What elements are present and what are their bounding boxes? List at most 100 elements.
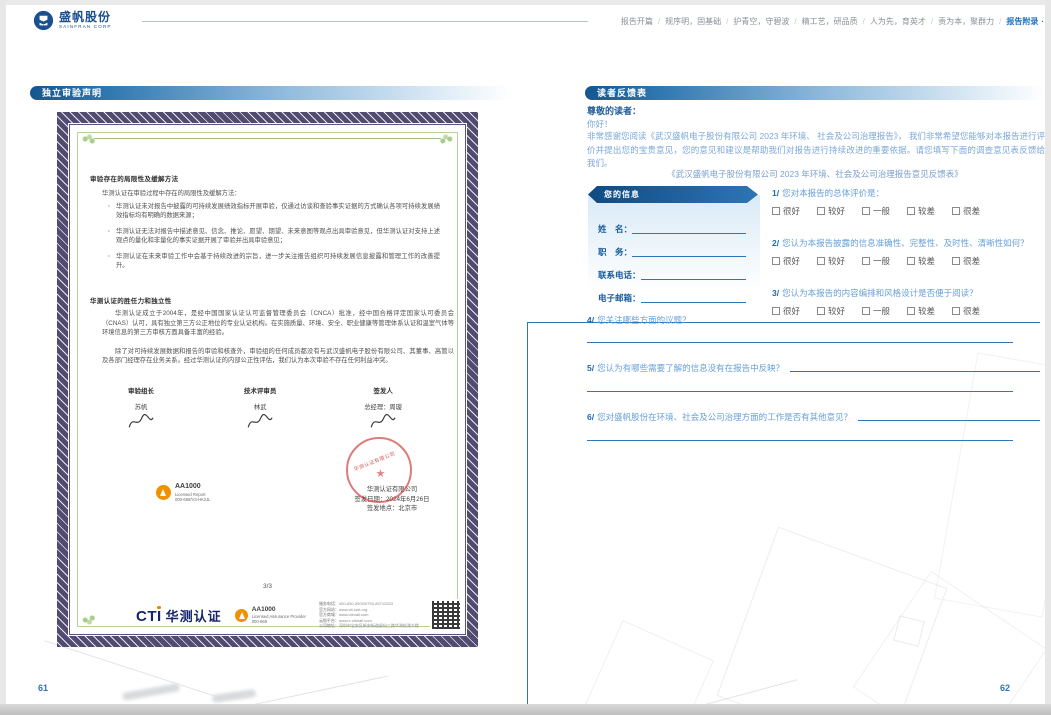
- brand-subtitle: SAINFRAN CORP: [59, 25, 112, 30]
- assurance-certificate: 审验存在的局限性及缓解方法 华测认证在审验过程中存在的局限性及缓解方法： 华测认…: [57, 112, 478, 647]
- checkbox[interactable]: [952, 207, 960, 215]
- info-panel-title: 您的信息: [604, 190, 640, 199]
- background-watermark: [853, 571, 1047, 715]
- rating-option-label: 较好: [828, 255, 845, 267]
- question-5-inline-line[interactable]: [790, 371, 1040, 372]
- field-input-line[interactable]: [632, 256, 746, 257]
- handwritten-signature: [125, 412, 156, 430]
- field-label: 联系电话：: [598, 269, 641, 281]
- background-watermark: [212, 689, 257, 703]
- rating-option-label: 很差: [963, 255, 980, 267]
- rating-option[interactable]: 很好: [772, 255, 800, 267]
- greeting: 你好！: [587, 118, 613, 130]
- question-6-inline-line[interactable]: [858, 420, 1040, 421]
- rating-option-label: 一般: [873, 255, 890, 267]
- field-input-line[interactable]: [641, 302, 746, 303]
- checkbox[interactable]: [772, 257, 780, 265]
- rating-option-label: 一般: [873, 205, 890, 217]
- cti-name: 华测认证: [166, 606, 222, 625]
- signature-row: 审验组长 苏帆 技术评审员 林武 签发人 总经理：周璇: [126, 385, 402, 434]
- handwritten-signature: [368, 412, 399, 430]
- checkbox[interactable]: [952, 257, 960, 265]
- contact-block: 服务电话：400-830-5000/0755-83712533 官方网站：www…: [319, 601, 419, 629]
- question-4-answer-line[interactable]: [587, 342, 1013, 343]
- info-field: 联系电话：: [598, 258, 746, 281]
- left-section-title: 独立审验声明: [42, 88, 102, 98]
- cti-mark: CTI: [136, 608, 162, 625]
- brand-logo: 盛帆股份 SAINFRAN CORP: [33, 10, 112, 31]
- background-watermark: [251, 675, 388, 705]
- info-panel-header: 您的信息: [588, 186, 758, 203]
- background-watermark: [893, 615, 925, 647]
- brand-name: 盛帆股份: [59, 11, 112, 23]
- question-6-answer-line[interactable]: [587, 440, 1013, 441]
- page-edge: [0, 704, 1051, 715]
- rating-option[interactable]: 较差: [907, 205, 935, 217]
- background-watermark: [934, 352, 1051, 617]
- qr-code: [432, 601, 460, 629]
- rating-option[interactable]: 很差: [952, 255, 980, 267]
- checkbox[interactable]: [907, 207, 915, 215]
- sheet-number: 3/3: [68, 583, 467, 590]
- rating-option-label: 很差: [963, 205, 980, 217]
- header-divider: [142, 21, 588, 22]
- field-input-line[interactable]: [632, 233, 746, 234]
- feedback-intro: 非常感谢您阅读《武汉盛帆电子股份有限公司 2023 年环境、 社会及公司治理报告…: [587, 130, 1045, 171]
- nav-item[interactable]: 护青空，守碧波: [733, 17, 801, 26]
- nav-item[interactable]: 责为本，聚群力: [938, 17, 1006, 26]
- signatory-name: 苏帆: [126, 402, 156, 411]
- limitation-item: 华测认证无法对报告中描述意见、信念、推论、愿望、期望、未来意图等观点出具审验意见…: [108, 227, 440, 245]
- question-2-options: 很好 较好 一般 较差 很差: [772, 255, 1044, 267]
- handwritten-signature: [245, 412, 276, 430]
- nav-item[interactable]: 规序明，固基础: [665, 17, 733, 26]
- question-6: 6/您对盛帆股份在环境、社会及公司治理方面的工作是否有其他意见？: [587, 411, 1040, 423]
- checkbox[interactable]: [817, 207, 825, 215]
- info-field: 电子邮箱：: [598, 281, 746, 304]
- nav-item-active[interactable]: 报告附录: [1006, 16, 1038, 27]
- rating-option[interactable]: 一般: [862, 255, 890, 267]
- field-input-line[interactable]: [641, 279, 746, 280]
- aa1000-icon: [235, 609, 248, 622]
- info-fields: 姓 名： 职 务： 联系电话： 电子邮箱：: [598, 212, 746, 304]
- provider-line2: 000-669: [252, 619, 306, 624]
- nav-suffix: ·: [1041, 17, 1044, 26]
- limitation-item: 华测认证未对报告中披露的可持续发展绩效指标开展审验，仅通过访谈和查验事实证据的方…: [108, 202, 440, 220]
- checkbox[interactable]: [907, 257, 915, 265]
- question-1-label: 1/您对本报告的总体评价是：: [772, 187, 1044, 199]
- page-number-left: 61: [38, 683, 48, 693]
- competence-paragraph: 除了对可持续发展数据和报告的审验和核查外，审验组的任何成员都没有与武汉盛帆电子股…: [102, 347, 454, 366]
- competence-paragraphs: 华测认证成立于2004年，是经中国国家认证认可监督管理委员会（CNCA）批准，经…: [102, 309, 454, 375]
- nav-item[interactable]: 人为先，育英才: [870, 17, 938, 26]
- aa1000-line2: 000-669/V3-HK2JL: [175, 497, 211, 502]
- background-watermark: [582, 620, 714, 715]
- rating-option[interactable]: 较好: [817, 205, 845, 217]
- nav-item[interactable]: 报告开篇: [621, 17, 665, 26]
- signatory-role: 签发人: [364, 385, 402, 395]
- checkbox[interactable]: [862, 257, 870, 265]
- page-edge: [0, 0, 1051, 5]
- contact-row: 公司地址：深圳市宝安区新安街道留仙三路华测检测大楼: [319, 623, 419, 629]
- certificate-footer: CTI 华测认证 AA1000 Licensed Assurance Provi…: [136, 601, 460, 629]
- rating-option[interactable]: 很好: [772, 205, 800, 217]
- provider-title: AA1000: [252, 606, 306, 614]
- aa1000-title: AA1000: [175, 483, 211, 492]
- rating-option-label: 很好: [783, 255, 800, 267]
- rating-option[interactable]: 较差: [907, 255, 935, 267]
- rating-option[interactable]: 很差: [952, 205, 980, 217]
- competence-paragraph: 华测认证成立于2004年，是经中国国家认证认可监督管理委员会（CNCA）批准，经…: [102, 309, 454, 338]
- checkbox[interactable]: [772, 207, 780, 215]
- checkbox[interactable]: [817, 257, 825, 265]
- competence-heading: 华测认证的胜任力和独立性: [90, 295, 172, 305]
- background-watermark: [122, 683, 181, 701]
- checkbox[interactable]: [862, 207, 870, 215]
- limitation-item: 华测认证在未来审验工作中会基于持续改进的宗旨，进一步关注报告组织可持续发展信息披…: [108, 252, 440, 270]
- limitations-bullets: 华测认证未对报告中披露的可持续发展绩效指标开展审验，仅通过访谈和查验事实证据的方…: [108, 202, 440, 277]
- question-3-label: 3/您认为本报告的内容编排和风格设计是否便于阅读？: [772, 287, 1044, 299]
- right-section-title: 读者反馈表: [597, 88, 647, 98]
- question-5-answer-line[interactable]: [587, 391, 1013, 392]
- nav-item[interactable]: 精工艺，研品质: [802, 17, 870, 26]
- field-label: 姓 名：: [598, 223, 632, 235]
- rating-option[interactable]: 一般: [862, 205, 890, 217]
- rating-option[interactable]: 较好: [817, 255, 845, 267]
- corner-ornament: [440, 134, 454, 144]
